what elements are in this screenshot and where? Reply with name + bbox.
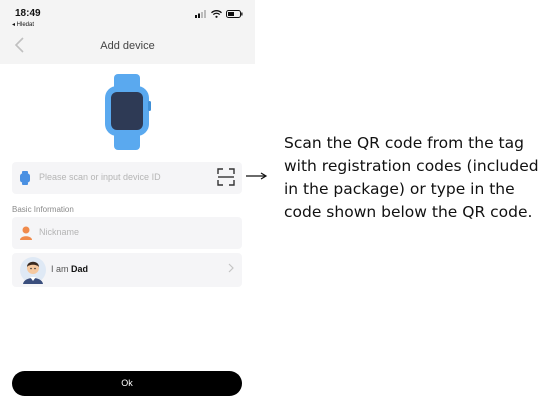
phone-screen: 18:49 ◂ Hledat Add device Please scan or… xyxy=(0,0,255,407)
avatar xyxy=(20,257,46,284)
instruction-callout: Scan the QR code from the tag with regis… xyxy=(284,134,539,221)
back-to-app-link[interactable]: ◂ Hledat xyxy=(12,21,34,28)
status-icons xyxy=(195,10,243,18)
status-bar: 18:49 ◂ Hledat xyxy=(0,0,255,30)
nickname-placeholder: Nickname xyxy=(39,227,80,237)
page-title: Add device xyxy=(100,40,155,52)
device-icon xyxy=(20,171,30,185)
nickname-field[interactable]: Nickname xyxy=(12,217,242,249)
relationship-label: I am Dad xyxy=(51,264,88,274)
status-time: 18:49 xyxy=(15,8,41,19)
wifi-icon xyxy=(211,10,222,18)
qr-scan-icon[interactable] xyxy=(217,168,235,186)
relation-value: Dad xyxy=(71,264,89,274)
smartwatch-icon xyxy=(105,74,151,150)
signal-icon xyxy=(195,10,206,18)
section-label: Basic Information xyxy=(12,205,74,214)
relationship-selector[interactable]: I am Dad xyxy=(12,253,242,287)
device-id-field[interactable]: Please scan or input device ID xyxy=(12,162,242,194)
ok-button[interactable]: Ok xyxy=(12,371,242,396)
nav-bar: Add device xyxy=(0,30,255,64)
person-icon xyxy=(20,226,32,240)
battery-icon xyxy=(226,10,243,18)
arrow-right-icon xyxy=(246,172,268,180)
chevron-right-icon xyxy=(228,263,234,276)
relation-prefix: I am xyxy=(51,264,69,274)
device-id-placeholder: Please scan or input device ID xyxy=(39,172,161,182)
